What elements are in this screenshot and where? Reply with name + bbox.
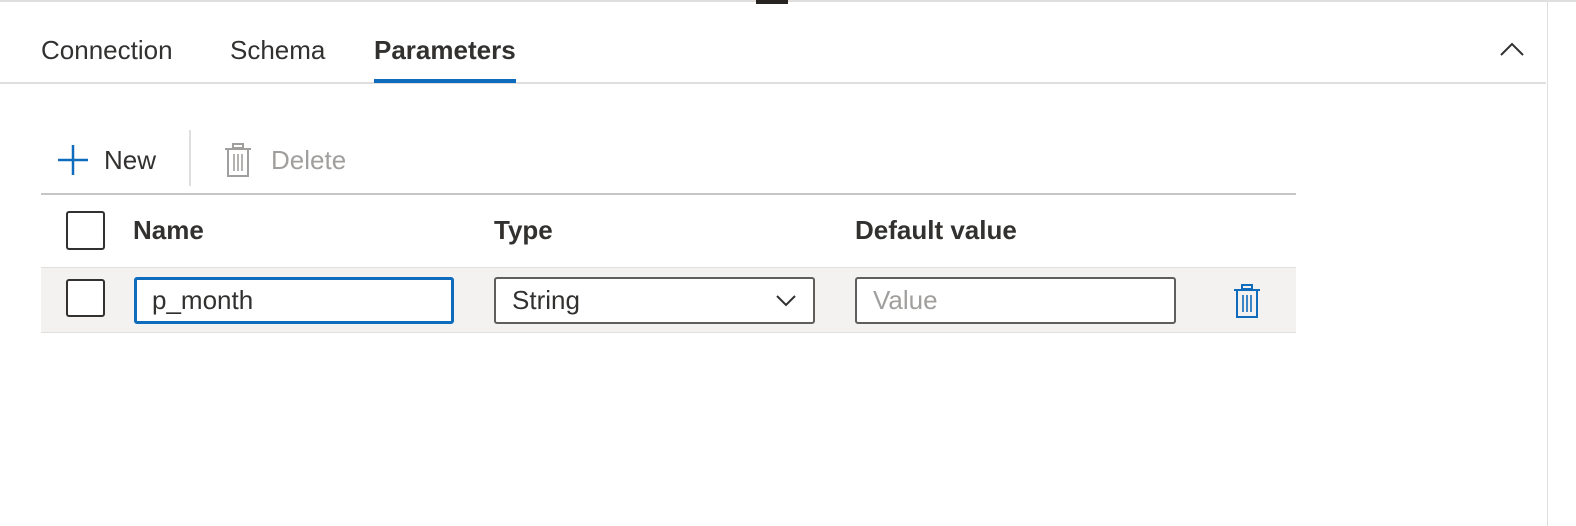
new-button[interactable]: New: [56, 138, 156, 182]
panel-right-border: [1547, 2, 1548, 526]
delete-button-label: Delete: [271, 144, 347, 175]
parameter-name-value: p_month: [152, 285, 254, 315]
column-header-type: Type: [494, 215, 553, 245]
parameters-panel: Connection Schema Parameters New Delete: [0, 0, 1576, 526]
parameter-default-value-input[interactable]: Value: [855, 277, 1176, 324]
table-row: p_month String Value: [41, 267, 1296, 333]
tab-bar: Connection Schema Parameters: [0, 2, 1546, 84]
select-all-checkbox[interactable]: [66, 211, 105, 250]
column-header-default-value: Default value: [855, 215, 1017, 245]
parameter-type-select[interactable]: String: [494, 277, 815, 324]
tab-connection[interactable]: Connection: [41, 32, 173, 68]
collapse-panel-button[interactable]: [1492, 30, 1532, 70]
chevron-up-icon: [1500, 42, 1524, 56]
chevron-down-icon: [776, 295, 796, 307]
row-checkbox[interactable]: [66, 279, 105, 317]
trash-icon: [225, 143, 251, 177]
row-delete-button[interactable]: [1233, 284, 1261, 318]
column-header-name: Name: [133, 215, 204, 245]
delete-button[interactable]: Delete: [224, 138, 346, 182]
new-button-label: New: [104, 144, 157, 175]
table-header-row: Name Type Default value: [41, 195, 1296, 267]
active-tab-indicator: [374, 79, 516, 83]
default-value-placeholder: Value: [873, 285, 938, 315]
toolbar-divider: [189, 130, 191, 186]
parameter-name-input[interactable]: p_month: [134, 277, 454, 324]
tab-parameters[interactable]: Parameters: [374, 32, 516, 68]
plus-icon: [58, 145, 88, 175]
trash-icon: [1234, 284, 1260, 318]
parameter-type-value: String: [512, 285, 580, 315]
tab-schema[interactable]: Schema: [230, 32, 325, 68]
